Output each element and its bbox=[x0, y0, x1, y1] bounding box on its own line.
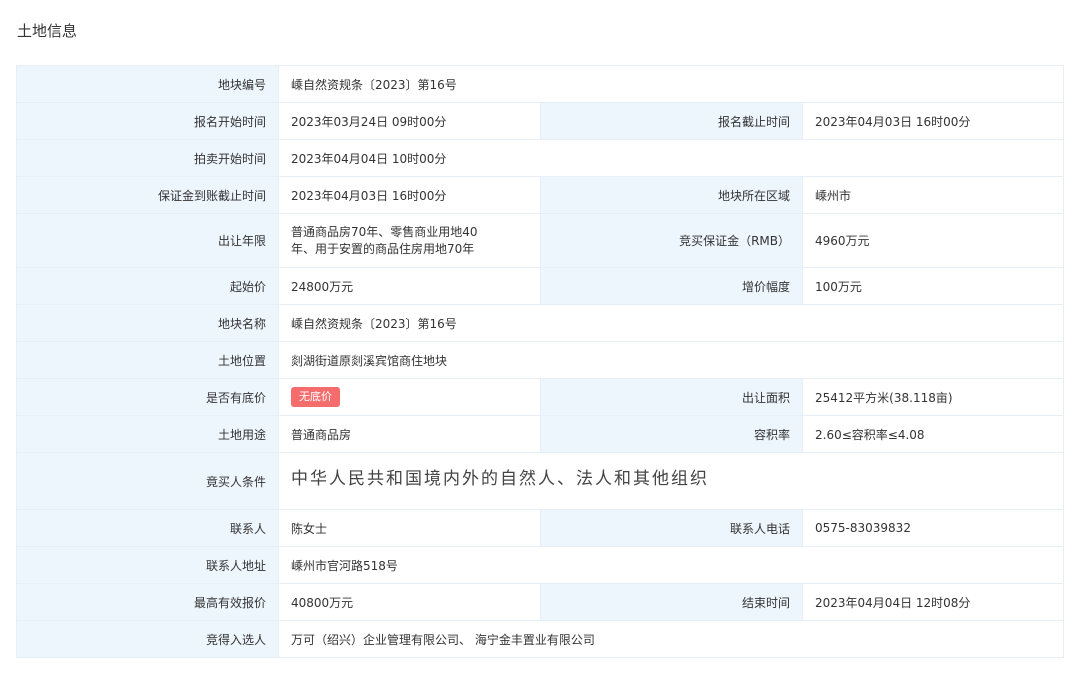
location-value: 剡湖街道原剡溪宾馆商住地块 bbox=[277, 341, 1065, 379]
contact-value: 陈女士 bbox=[278, 509, 541, 547]
term-label: 出让年限 bbox=[16, 213, 279, 268]
table-row: 出让年限 普通商品房70年、零售商业用地40 年、用于安置的商品住房用地70年 … bbox=[16, 213, 1065, 268]
location-label: 土地位置 bbox=[16, 341, 279, 379]
term-value: 普通商品房70年、零售商业用地40 年、用于安置的商品住房用地70年 bbox=[278, 213, 541, 268]
contact-address-value: 嵊州市官河路518号 bbox=[277, 546, 1065, 584]
plot-ratio-value: 2.60≤容积率≤4.08 bbox=[801, 415, 1065, 453]
deposit-value: 4960万元 bbox=[801, 213, 1065, 268]
bidder-conditions-text: 中华人民共和国境内外的自然人、法人和其他组织 bbox=[291, 468, 709, 489]
increment-label: 增价幅度 bbox=[540, 267, 803, 305]
reg-start-label: 报名开始时间 bbox=[16, 102, 279, 140]
contact-address-label: 联系人地址 bbox=[16, 546, 279, 584]
start-price-label: 起始价 bbox=[16, 267, 279, 305]
area-value: 25412平方米(38.118亩) bbox=[801, 378, 1065, 416]
plot-number-label: 地块编号 bbox=[16, 65, 279, 103]
table-row: 土地位置 剡湖街道原剡溪宾馆商住地块 bbox=[16, 341, 1065, 379]
reserve-price-label: 是否有底价 bbox=[16, 378, 279, 416]
plot-name-label: 地块名称 bbox=[16, 304, 279, 342]
reg-start-value: 2023年03月24日 09时00分 bbox=[278, 102, 541, 140]
start-price-value: 24800万元 bbox=[278, 267, 541, 305]
term-value-line2: 年、用于安置的商品住房用地70年 bbox=[291, 241, 475, 256]
page-title: 土地信息 bbox=[17, 22, 78, 40]
bidder-conditions-label: 竟买人条件 bbox=[16, 452, 279, 510]
table-row: 土地用途 普通商品房 容积率 2.60≤容积率≤4.08 bbox=[16, 415, 1065, 453]
deposit-deadline-value: 2023年04月03日 16时00分 bbox=[278, 176, 541, 214]
land-info-table: 地块编号 嵊自然资规条〔2023〕第16号 报名开始时间 2023年03月24日… bbox=[16, 65, 1065, 658]
table-row: 拍卖开始时间 2023年04月04日 10时00分 bbox=[16, 139, 1065, 177]
winner-value: 万可（绍兴）企业管理有限公司、 海宁金丰置业有限公司 bbox=[277, 620, 1065, 658]
land-use-value: 普通商品房 bbox=[278, 415, 541, 453]
land-use-label: 土地用途 bbox=[16, 415, 279, 453]
table-row: 竞得入选人 万可（绍兴）企业管理有限公司、 海宁金丰置业有限公司 bbox=[16, 620, 1065, 658]
reserve-price-value: 无底价 bbox=[278, 378, 541, 416]
highest-bid-value: 40800万元 bbox=[278, 583, 541, 621]
table-row: 起始价 24800万元 增价幅度 100万元 bbox=[16, 267, 1065, 305]
plot-name-value: 嵊自然资规条〔2023〕第16号 bbox=[277, 304, 1065, 342]
deposit-label: 竞买保证金（RMB） bbox=[540, 213, 803, 268]
district-label: 地块所在区域 bbox=[540, 176, 803, 214]
bidder-conditions-value: 中华人民共和国境内外的自然人、法人和其他组织 bbox=[277, 452, 1065, 510]
reg-end-value: 2023年04月03日 16时00分 bbox=[801, 102, 1065, 140]
winner-label: 竞得入选人 bbox=[16, 620, 279, 658]
contact-label: 联系人 bbox=[16, 509, 279, 547]
term-value-line1: 普通商品房70年、零售商业用地40 bbox=[291, 224, 478, 239]
table-row: 地块名称 嵊自然资规条〔2023〕第16号 bbox=[16, 304, 1065, 342]
table-row: 是否有底价 无底价 出让面积 25412平方米(38.118亩) bbox=[16, 378, 1065, 416]
table-row: 联系人地址 嵊州市官河路518号 bbox=[16, 546, 1065, 584]
end-time-label: 结束时间 bbox=[540, 583, 803, 621]
table-row: 竟买人条件 中华人民共和国境内外的自然人、法人和其他组织 bbox=[16, 452, 1065, 510]
no-reserve-badge: 无底价 bbox=[291, 387, 340, 407]
plot-ratio-label: 容积率 bbox=[540, 415, 803, 453]
reg-end-label: 报名截止时间 bbox=[540, 102, 803, 140]
auction-start-label: 拍卖开始时间 bbox=[16, 139, 279, 177]
contact-phone-value: 0575-83039832 bbox=[801, 509, 1065, 547]
plot-number-value: 嵊自然资规条〔2023〕第16号 bbox=[277, 65, 1065, 103]
district-value: 嵊州市 bbox=[801, 176, 1065, 214]
auction-start-value: 2023年04月04日 10时00分 bbox=[277, 139, 1065, 177]
increment-value: 100万元 bbox=[801, 267, 1065, 305]
table-row: 联系人 陈女士 联系人电话 0575-83039832 bbox=[16, 509, 1065, 547]
contact-phone-label: 联系人电话 bbox=[540, 509, 803, 547]
table-row: 保证金到账截止时间 2023年04月03日 16时00分 地块所在区域 嵊州市 bbox=[16, 176, 1065, 214]
table-row: 地块编号 嵊自然资规条〔2023〕第16号 bbox=[16, 65, 1065, 103]
table-row: 报名开始时间 2023年03月24日 09时00分 报名截止时间 2023年04… bbox=[16, 102, 1065, 140]
deposit-deadline-label: 保证金到账截止时间 bbox=[16, 176, 279, 214]
area-label: 出让面积 bbox=[540, 378, 803, 416]
end-time-value: 2023年04月04日 12时08分 bbox=[801, 583, 1065, 621]
table-row: 最高有效报价 40800万元 结束时间 2023年04月04日 12时08分 bbox=[16, 583, 1065, 621]
highest-bid-label: 最高有效报价 bbox=[16, 583, 279, 621]
